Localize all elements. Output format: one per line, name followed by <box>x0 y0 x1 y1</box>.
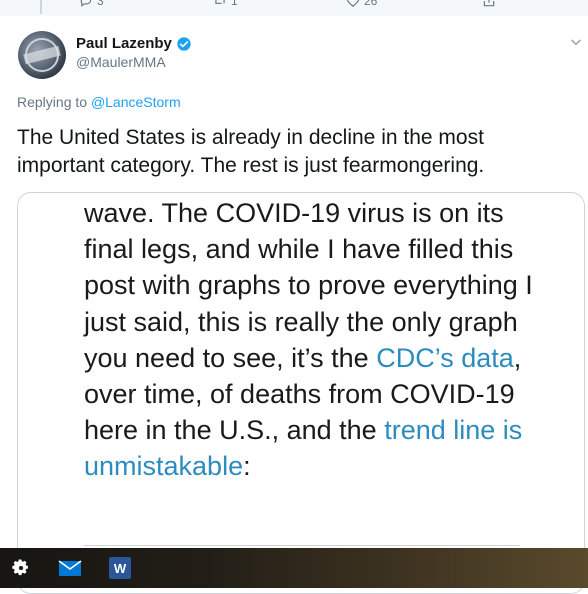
display-name[interactable]: Paul Lazenby <box>76 35 172 52</box>
taskbar-word[interactable]: W <box>104 548 136 588</box>
taskbar-settings[interactable] <box>6 548 36 588</box>
retweet-action[interactable]: 1 <box>213 0 238 8</box>
card-link-cdc-data: CDC’s data <box>376 342 514 373</box>
retweet-count: 1 <box>231 0 238 8</box>
taskbar: W <box>0 548 588 588</box>
avatar[interactable] <box>18 31 66 79</box>
chevron-down-icon[interactable] <box>569 35 583 49</box>
author-name-row[interactable]: Paul Lazenby <box>76 35 192 52</box>
mail-icon <box>58 560 82 576</box>
heart-icon <box>346 0 360 8</box>
reply-icon <box>80 0 92 7</box>
verified-badge-icon <box>177 36 191 51</box>
tweet-text: The United States is already in decline … <box>17 126 485 177</box>
like-count: 26 <box>364 0 378 8</box>
word-icon: W <box>109 557 131 579</box>
replying-to: Replying to @LanceStorm <box>17 94 181 110</box>
card-text-3: : <box>243 451 251 482</box>
reply-count: 3 <box>97 0 104 8</box>
embedded-image-card[interactable]: wave. The COVID-19 virus is on its final… <box>17 192 585 594</box>
share-icon <box>483 0 495 7</box>
like-action[interactable]: 26 <box>346 0 377 8</box>
share-action[interactable] <box>482 0 496 8</box>
user-handle[interactable]: @MaulerMMA <box>76 54 166 70</box>
retweet-icon <box>215 0 225 4</box>
taskbar-mail[interactable] <box>54 548 86 588</box>
thread-line <box>40 0 42 14</box>
replying-to-link[interactable]: @LanceStorm <box>91 94 181 110</box>
card-text: wave. The COVID-19 virus is on its final… <box>84 195 554 485</box>
settings-icon <box>12 559 28 576</box>
replying-prefix: Replying to <box>17 94 91 110</box>
reply-action[interactable]: 3 <box>79 0 104 8</box>
card-divider <box>84 545 520 546</box>
previous-tweet-action-bar: 3 1 26 <box>0 0 588 16</box>
